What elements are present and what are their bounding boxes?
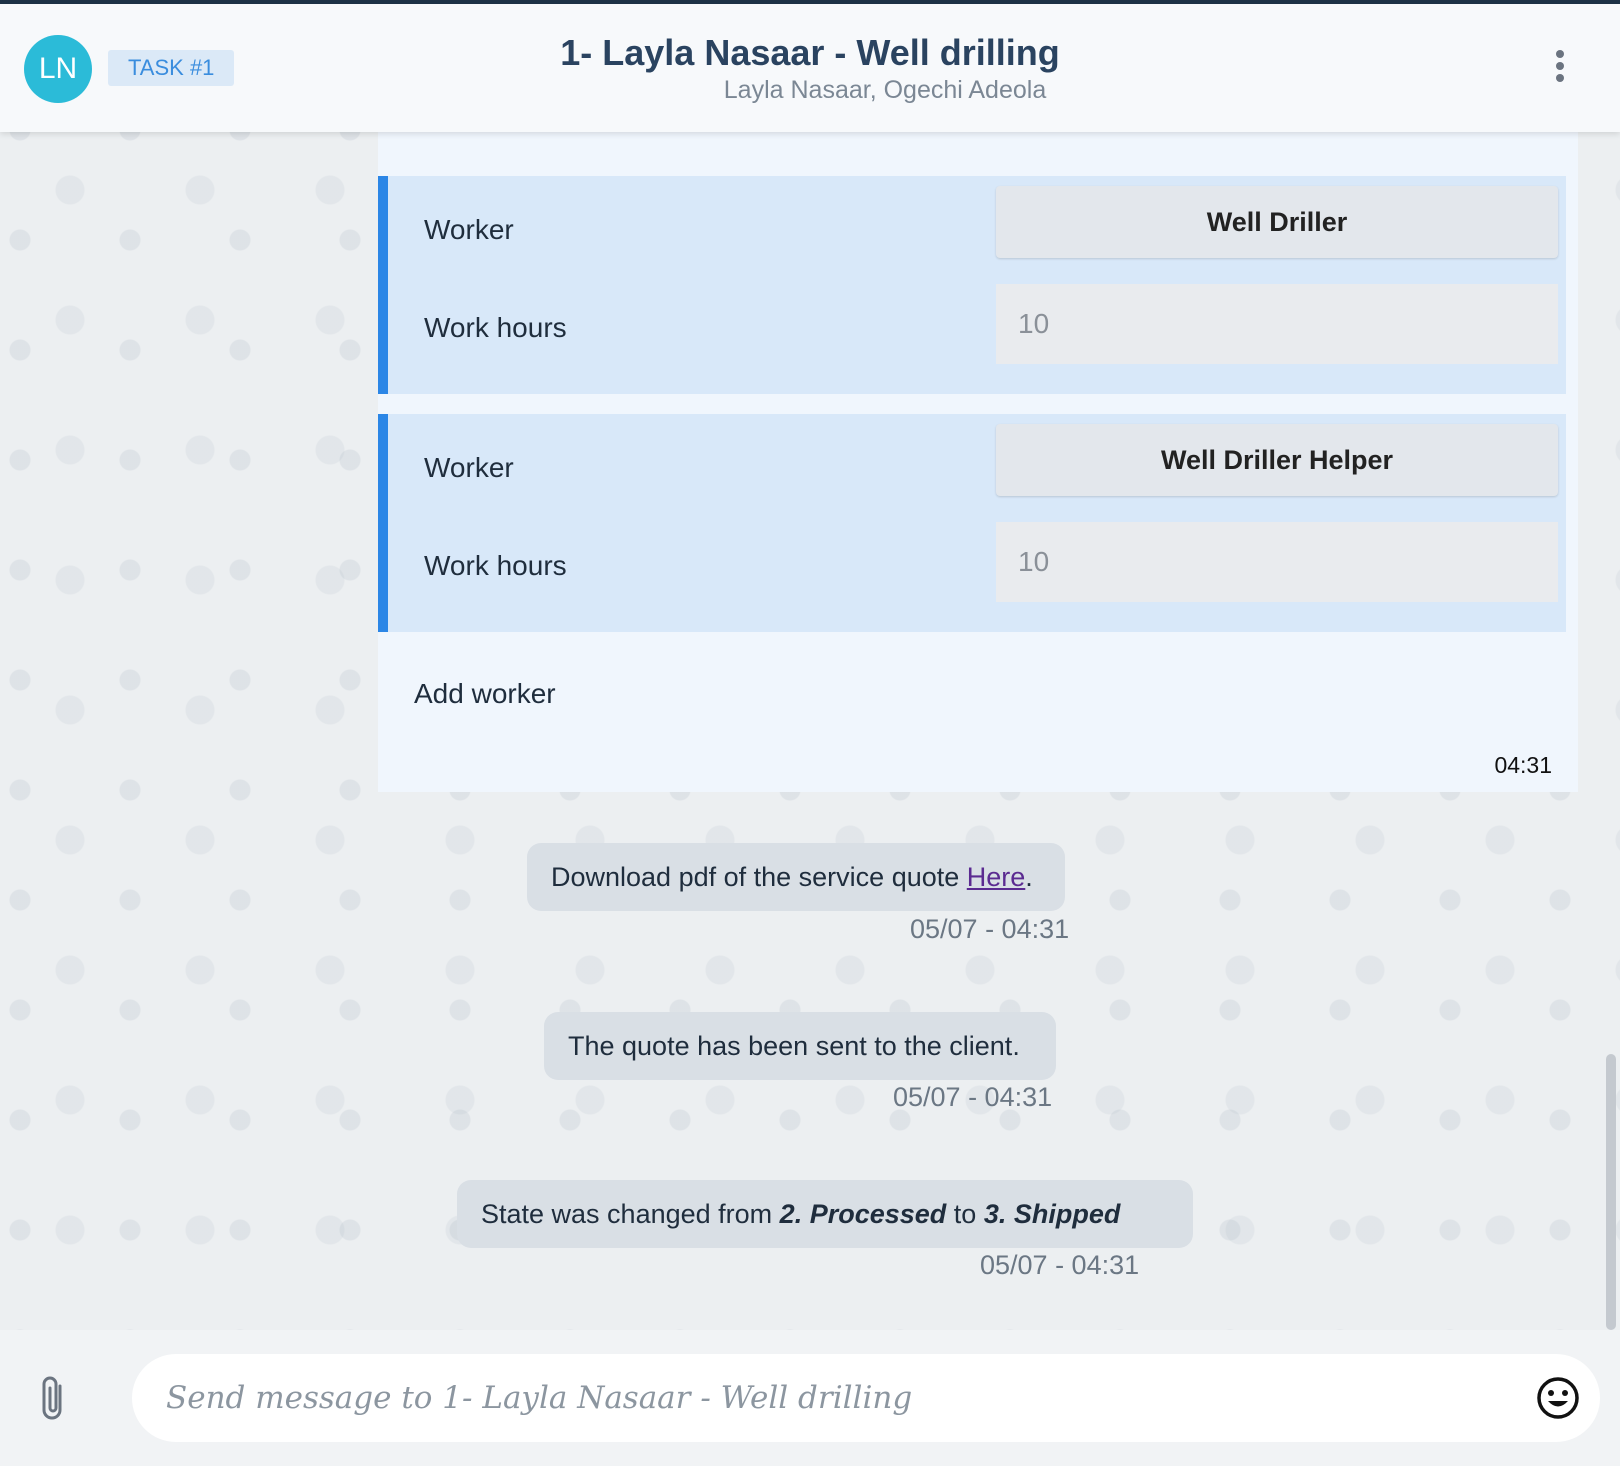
message-time: 04:31 xyxy=(1494,752,1552,778)
message-timestamp: 05/07 - 04:31 xyxy=(910,914,1070,944)
from-state: 2. Processed xyxy=(779,1199,947,1229)
worker-select[interactable]: Well Driller xyxy=(996,186,1558,258)
message-text: The quote has been sent to the client. xyxy=(568,1031,1020,1061)
worker-select[interactable]: Well Driller Helper xyxy=(996,424,1558,496)
system-message: State was changed from 2. Processed to 3… xyxy=(457,1180,1193,1248)
add-worker-button[interactable]: Add worker xyxy=(414,678,556,710)
download-pdf-link[interactable]: Here xyxy=(967,862,1026,892)
system-message: The quote has been sent to the client. xyxy=(544,1012,1056,1080)
paperclip-icon[interactable] xyxy=(38,1374,70,1424)
worker-label: Worker xyxy=(424,214,514,245)
work-hours-input[interactable]: 10 xyxy=(996,522,1558,602)
to-state: 3. Shipped xyxy=(983,1199,1121,1229)
worker-entry: Worker Well Driller Work hours 10 xyxy=(378,176,1566,394)
scrollbar[interactable] xyxy=(1606,1054,1616,1330)
worker-form-card: Worker Well Driller Work hours 10 Worker… xyxy=(378,132,1578,792)
more-options-icon[interactable] xyxy=(1550,50,1570,90)
worker-label: Worker xyxy=(424,452,514,483)
system-message: Download pdf of the service quote Here. xyxy=(527,843,1065,911)
message-text: . xyxy=(1025,862,1033,892)
message-input[interactable]: Send message to 1- Layla Nasaar - Well d… xyxy=(132,1354,1600,1442)
work-hours-label: Work hours xyxy=(424,312,567,343)
chat-title: 1- Layla Nasaar - Well drilling xyxy=(560,32,1060,73)
message-timestamp: 05/07 - 04:31 xyxy=(980,1250,1140,1280)
work-hours-input[interactable]: 10 xyxy=(996,284,1558,364)
message-text: State was changed from xyxy=(481,1199,780,1229)
message-text: to xyxy=(946,1199,984,1229)
worker-entry: Worker Well Driller Helper Work hours 10 xyxy=(378,414,1566,632)
work-hours-label: Work hours xyxy=(424,550,567,581)
message-timestamp: 05/07 - 04:31 xyxy=(893,1082,1053,1112)
message-text: Download pdf of the service quote xyxy=(551,862,967,892)
chat-header: LN TASK #1 1- Layla Nasaar - Well drilli… xyxy=(0,4,1620,132)
emoji-icon[interactable] xyxy=(1536,1376,1580,1420)
message-composer: Send message to 1- Layla Nasaar - Well d… xyxy=(0,1330,1620,1466)
chat-participants: Layla Nasaar, Ogechi Adeola xyxy=(723,76,1047,104)
